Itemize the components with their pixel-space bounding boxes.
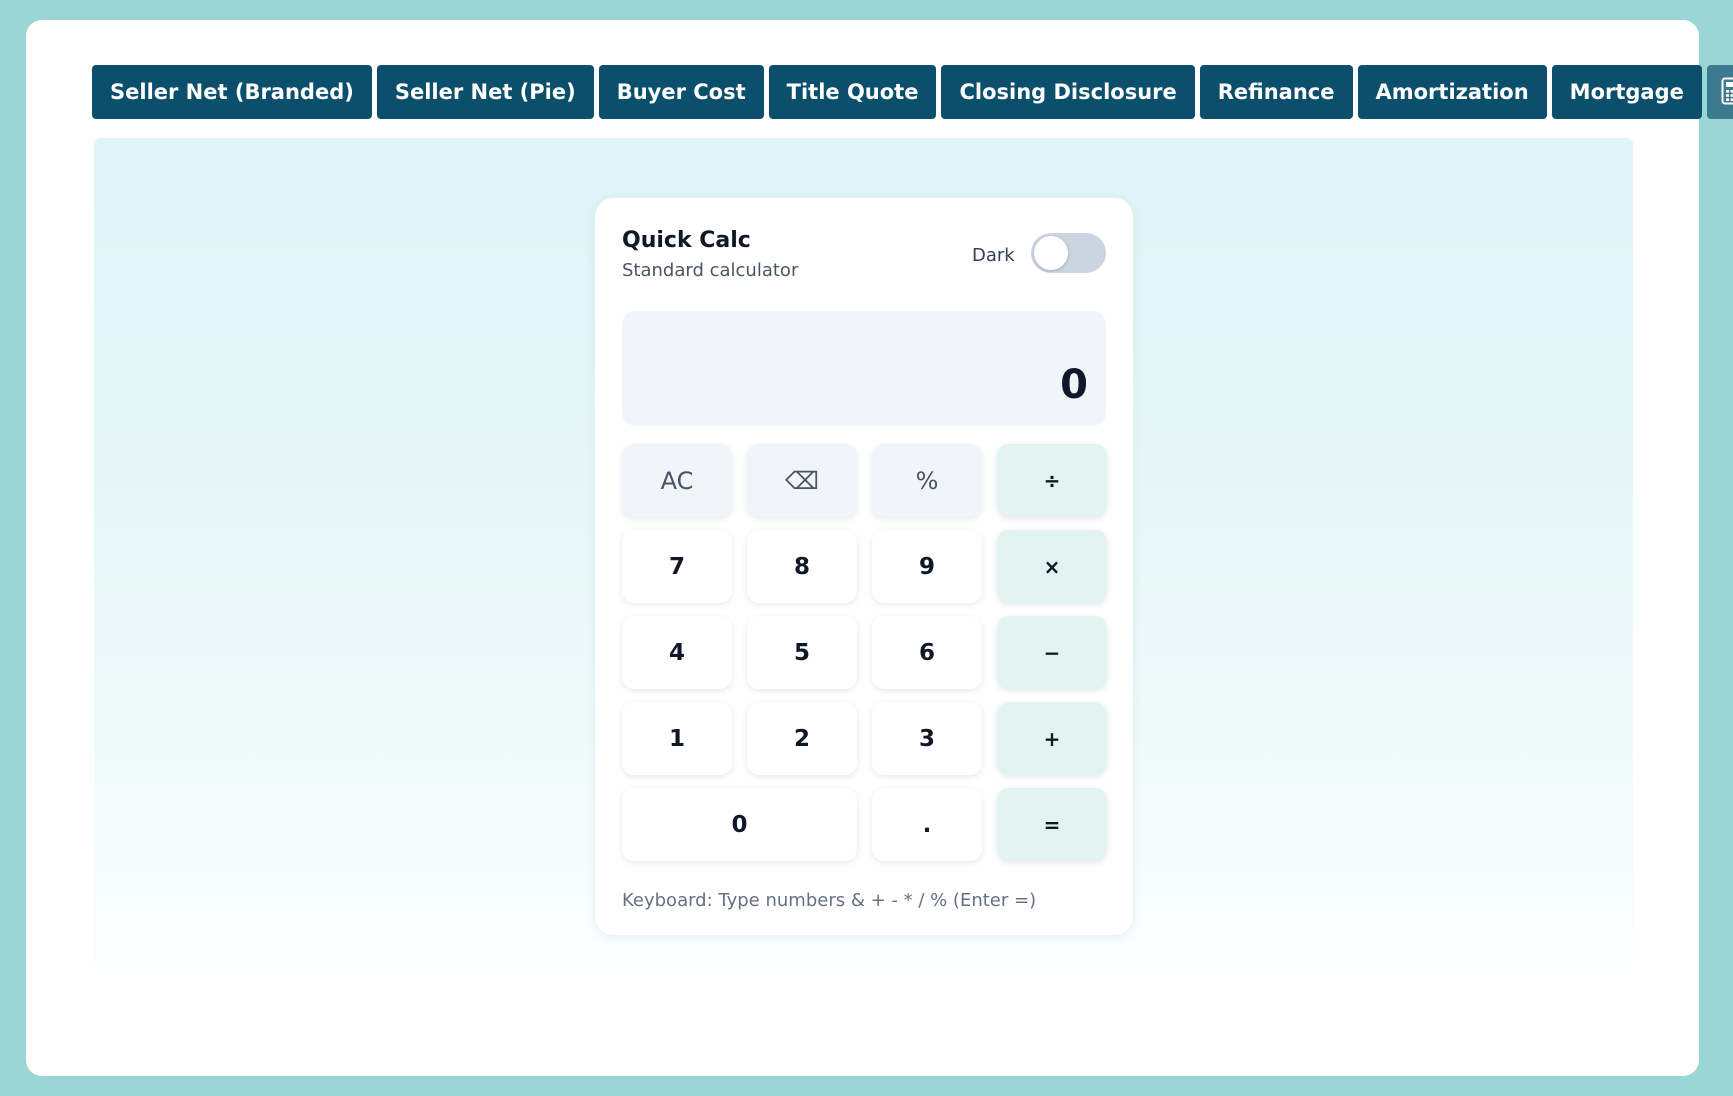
app-frame: Seller Net (Branded) Seller Net (Pie) Bu… (26, 20, 1733, 1076)
tab-closing-disclosure[interactable]: Closing Disclosure (941, 65, 1195, 119)
keypad: AC ⌫ % ÷ 7 8 9 × 4 5 6 − 1 2 3 + 0 . = (622, 444, 1107, 861)
dark-mode-label: Dark (972, 245, 1015, 266)
digit-5-button[interactable]: 5 (747, 616, 857, 689)
digit-9-button[interactable]: 9 (872, 530, 982, 603)
tab-bar: Seller Net (Branded) Seller Net (Pie) Bu… (92, 65, 1733, 119)
calculator-icon (1721, 77, 1733, 108)
display-value: 0 (1060, 362, 1088, 408)
tab-calculator[interactable] (1706, 65, 1733, 119)
toggle-knob (1034, 236, 1068, 270)
divide-button[interactable]: ÷ (997, 444, 1107, 517)
add-button[interactable]: + (997, 702, 1107, 775)
digit-4-button[interactable]: 4 (622, 616, 732, 689)
clear-button[interactable]: AC (622, 444, 732, 517)
tab-mortgage[interactable]: Mortgage (1551, 65, 1702, 119)
digit-7-button[interactable]: 7 (622, 530, 732, 603)
dark-mode-toggle[interactable] (1031, 233, 1106, 273)
tab-seller-net-branded[interactable]: Seller Net (Branded) (92, 65, 372, 119)
calc-display: 0 (622, 311, 1106, 426)
equals-button[interactable]: = (997, 788, 1107, 861)
multiply-button[interactable]: × (997, 530, 1107, 603)
tab-refinance[interactable]: Refinance (1199, 65, 1353, 119)
digit-1-button[interactable]: 1 (622, 702, 732, 775)
digit-2-button[interactable]: 2 (747, 702, 857, 775)
calc-title: Quick Calc (622, 228, 751, 253)
calc-subtitle: Standard calculator (622, 260, 799, 281)
keyboard-hint: Keyboard: Type numbers & + - * / % (Ente… (622, 890, 1037, 911)
quick-calc-card: Quick Calc Standard calculator Dark 0 AC… (595, 198, 1133, 935)
tab-amortization[interactable]: Amortization (1357, 65, 1547, 119)
digit-0-button[interactable]: 0 (622, 788, 857, 861)
tab-title-quote[interactable]: Title Quote (768, 65, 937, 119)
percent-button[interactable]: % (872, 444, 982, 517)
backspace-button[interactable]: ⌫ (747, 444, 857, 517)
digit-6-button[interactable]: 6 (872, 616, 982, 689)
subtract-button[interactable]: − (997, 616, 1107, 689)
decimal-button[interactable]: . (872, 788, 982, 861)
tab-seller-net-pie[interactable]: Seller Net (Pie) (376, 65, 594, 119)
digit-3-button[interactable]: 3 (872, 702, 982, 775)
digit-8-button[interactable]: 8 (747, 530, 857, 603)
tab-buyer-cost[interactable]: Buyer Cost (598, 65, 764, 119)
